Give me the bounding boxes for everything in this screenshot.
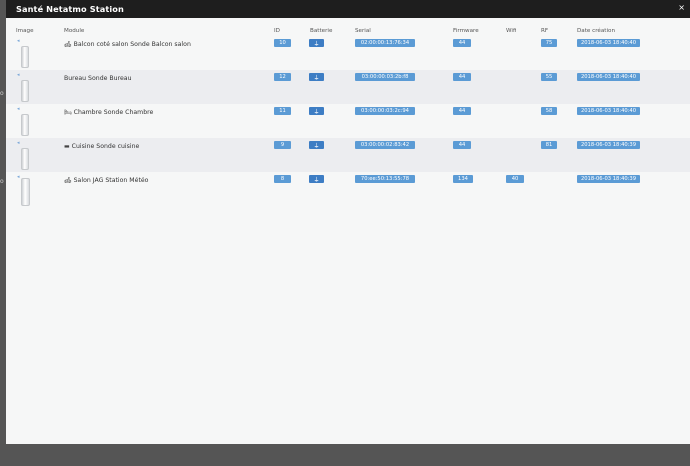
health-modal: Santé Netatmo Station × Image Module ID …: [6, 0, 690, 444]
background-mark: o: [0, 178, 4, 185]
created-badge: 2018-06-03 18:40:40: [577, 73, 640, 81]
modal-titlebar: Santé Netatmo Station ×: [6, 0, 690, 18]
table-row: ◂ ▬ Cuisine Sonde cuisine 9 ⏚ 03:00:00:0…: [6, 138, 690, 172]
firmware-badge: 44: [453, 73, 471, 81]
rf-badge: 58: [541, 107, 557, 115]
id-badge: 10: [274, 39, 291, 47]
id-badge: 9: [274, 141, 291, 149]
table-row: ◂ 🛋 Balcon coté salon Sonde Balcon salon…: [6, 36, 690, 70]
col-created: Date création: [577, 28, 615, 34]
thumbnail-arrow-icon: ◂: [17, 140, 20, 146]
battery-icon: ⏚: [309, 39, 324, 48]
col-wifi: Wifi: [506, 28, 517, 34]
battery-icon: ⏚: [309, 175, 324, 184]
module-name: 🛋 Salon JAG Station Météo: [64, 177, 148, 184]
module-thumbnail: [21, 178, 30, 206]
col-image: Image: [16, 28, 34, 34]
table-header: Image Module ID Batterie Serial Firmware…: [6, 18, 690, 36]
col-battery: Batterie: [310, 28, 333, 34]
module-thumbnail: [21, 80, 29, 102]
serial-badge: 02:00:00:13:76:34: [355, 39, 415, 47]
created-badge: 2018-06-03 18:40:39: [577, 141, 640, 149]
thumbnail-arrow-icon: ◂: [17, 38, 20, 44]
serial-badge: 03:00:00:03:2c:94: [355, 107, 415, 115]
col-firmware: Firmware: [453, 28, 479, 34]
table-row: ◂ 🛏 Chambre Sonde Chambre 11 ⏚ 03:00:00:…: [6, 104, 690, 138]
module-thumbnail: [21, 114, 29, 136]
created-badge: 2018-06-03 18:40:40: [577, 39, 640, 47]
module-name: ▬ Cuisine Sonde cuisine: [64, 143, 139, 150]
id-badge: 12: [274, 73, 291, 81]
table-row: ◂ Bureau Sonde Bureau 12 ⏚ 03:00:00:03:2…: [6, 70, 690, 104]
firmware-badge: 44: [453, 107, 471, 115]
col-rf: RF: [541, 28, 549, 34]
id-badge: 8: [274, 175, 291, 183]
background-mark: o: [0, 90, 4, 97]
table-row: ◂ 🛋 Salon JAG Station Météo 8 ⏚ 70:ee:50…: [6, 172, 690, 206]
module-name: 🛋 Balcon coté salon Sonde Balcon salon: [64, 41, 191, 48]
module-label: Chambre Sonde Chambre: [73, 109, 154, 116]
serial-badge: 03:00:00:02:83:42: [355, 141, 415, 149]
serial-badge: 70:ee:50:13:55:78: [355, 175, 415, 183]
thumbnail-arrow-icon: ◂: [17, 72, 20, 78]
created-badge: 2018-06-03 18:40:40: [577, 107, 640, 115]
created-badge: 2018-06-03 18:40:39: [577, 175, 640, 183]
firmware-badge: 44: [453, 39, 471, 47]
wifi-badge: 40: [506, 175, 524, 183]
rf-badge: 81: [541, 141, 557, 149]
module-name: Bureau Sonde Bureau: [64, 75, 132, 82]
close-icon[interactable]: ×: [678, 3, 685, 12]
col-id: ID: [274, 28, 280, 34]
module-label: Balcon coté salon Sonde Balcon salon: [73, 41, 191, 48]
thumbnail-arrow-icon: ◂: [17, 174, 20, 180]
battery-icon: ⏚: [309, 141, 324, 150]
stove-icon: ▬: [64, 143, 70, 150]
module-label: Bureau Sonde Bureau: [64, 75, 132, 82]
module-label: Salon JAG Station Météo: [73, 177, 149, 184]
battery-icon: ⏚: [309, 107, 324, 116]
col-serial: Serial: [355, 28, 371, 34]
bed-icon: 🛏: [64, 109, 72, 116]
serial-badge: 03:00:00:03:2b:f8: [355, 73, 415, 81]
col-module: Module: [64, 28, 85, 34]
modal-title: Santé Netatmo Station: [16, 4, 124, 14]
sofa-icon: 🛋: [64, 177, 72, 184]
sofa-icon: 🛋: [64, 41, 72, 48]
firmware-badge: 134: [453, 175, 473, 183]
health-table: Image Module ID Batterie Serial Firmware…: [6, 18, 690, 444]
id-badge: 11: [274, 107, 291, 115]
thumbnail-arrow-icon: ◂: [17, 106, 20, 112]
rf-badge: 75: [541, 39, 557, 47]
rf-badge: 55: [541, 73, 557, 81]
battery-icon: ⏚: [309, 73, 324, 82]
module-thumbnail: [21, 46, 29, 68]
module-label: Cuisine Sonde cuisine: [71, 143, 140, 150]
module-name: 🛏 Chambre Sonde Chambre: [64, 109, 153, 116]
module-thumbnail: [21, 148, 29, 170]
firmware-badge: 44: [453, 141, 471, 149]
